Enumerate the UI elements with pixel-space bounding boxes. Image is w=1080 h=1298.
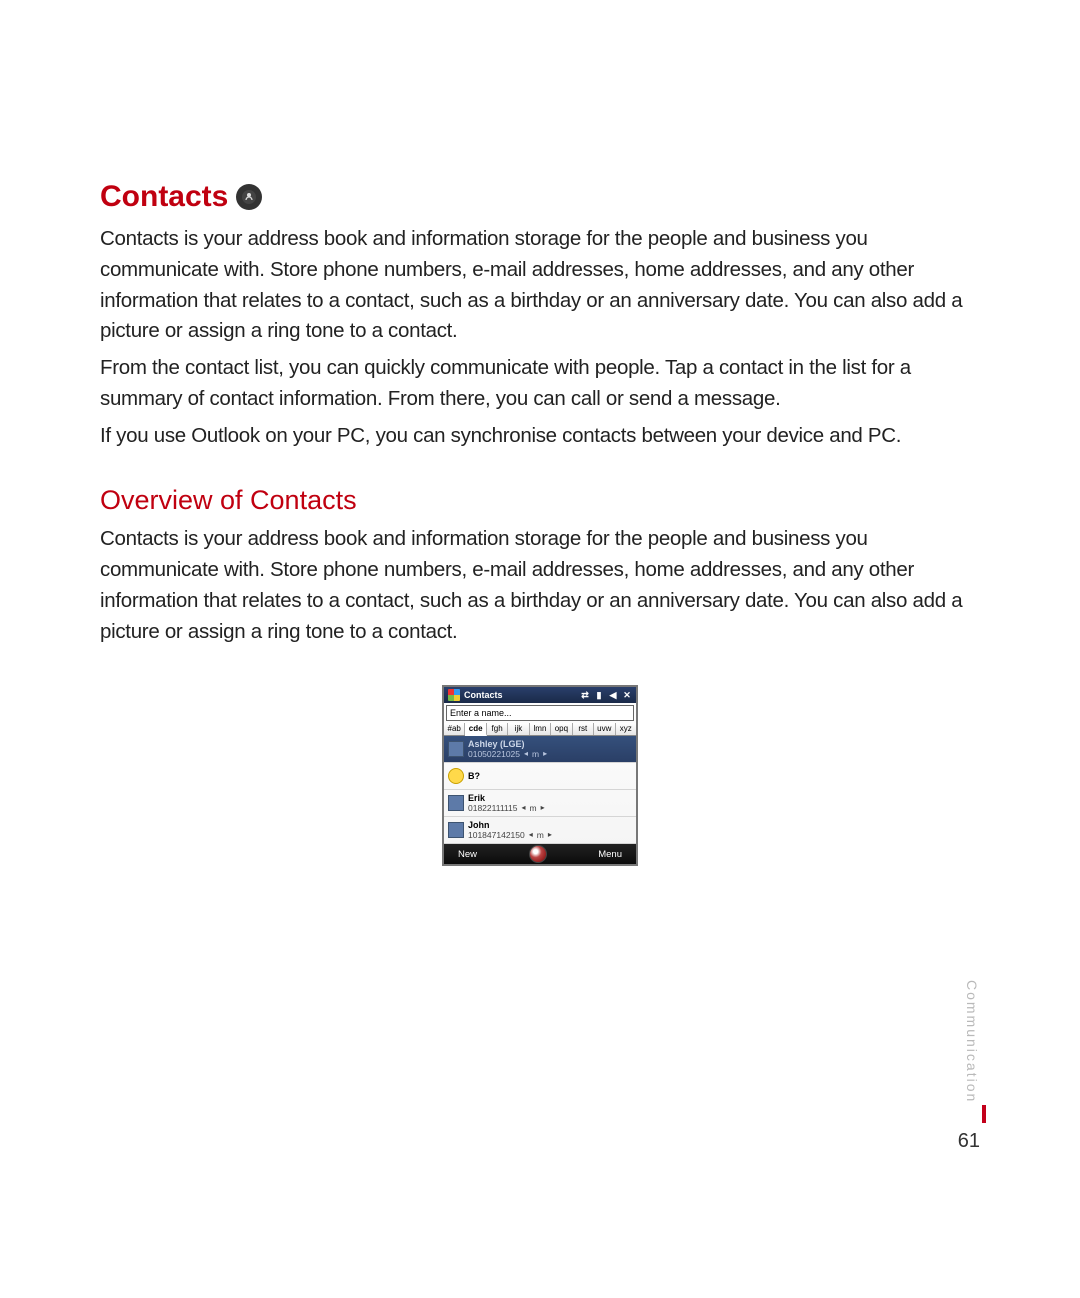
softkey-bar: New Menu — [444, 844, 636, 864]
contact-name: B? — [468, 772, 480, 781]
window-titlebar: Contacts ⇄ ▮ ◀ ✕ — [444, 687, 636, 703]
alpha-tab[interactable]: lmn — [530, 723, 551, 735]
softkey-center-button[interactable] — [529, 845, 547, 863]
contact-list: Ashley (LGE)01050221025 ◂ m ▸ B? Erik01822… — [444, 736, 636, 844]
section-title-text: Contacts — [100, 180, 228, 214]
alpha-tab[interactable]: rst — [573, 723, 594, 735]
contact-card-icon — [448, 741, 464, 757]
section-title: Contacts — [100, 180, 980, 214]
start-icon[interactable] — [448, 689, 460, 701]
softkey-new[interactable]: New — [458, 849, 477, 860]
chapter-side-marker — [982, 1105, 986, 1123]
alpha-tab[interactable]: uvw — [594, 723, 615, 735]
window-title: Contacts — [464, 690, 503, 700]
alpha-tab[interactable]: opq — [551, 723, 572, 735]
contact-number: 01822111115 ◂ m ▸ — [468, 804, 545, 813]
close-icon[interactable]: ✕ — [622, 690, 632, 700]
subsection-paragraph: Contacts is your address book and inform… — [100, 524, 980, 647]
connectivity-icon: ⇄ — [580, 690, 590, 700]
alpha-index-tabs: #abcdefghijklmnopqrstuvwxyz — [444, 723, 636, 736]
intro-paragraph-3: If you use Outlook on your PC, you can s… — [100, 421, 980, 452]
contact-row[interactable]: Ashley (LGE)01050221025 ◂ m ▸ — [444, 736, 636, 763]
contact-card-icon — [448, 795, 464, 811]
subsection-title: Overview of Contacts — [100, 485, 980, 516]
signal-icon: ▮ — [594, 690, 604, 700]
intro-paragraph-2: From the contact list, you can quickly c… — [100, 353, 980, 415]
intro-paragraph-1: Contacts is your address book and inform… — [100, 224, 980, 347]
chapter-side-label: Communication — [964, 980, 980, 1103]
contact-number: 101847142150 ◂ m ▸ — [468, 831, 552, 840]
device-screenshot: Contacts ⇄ ▮ ◀ ✕ Enter a name... #abcdef… — [442, 685, 638, 866]
alpha-tab[interactable]: fgh — [487, 723, 508, 735]
contact-card-icon — [448, 822, 464, 838]
contacts-app-icon — [236, 184, 262, 210]
contact-row[interactable]: Erik01822111115 ◂ m ▸ — [444, 790, 636, 817]
volume-icon: ◀ — [608, 690, 618, 700]
softkey-menu[interactable]: Menu — [598, 849, 622, 860]
alpha-tab[interactable]: ijk — [508, 723, 529, 735]
alpha-tab[interactable]: #ab — [444, 723, 465, 735]
contact-number: 01050221025 ◂ m ▸ — [468, 750, 547, 759]
contact-row[interactable]: B? — [444, 763, 636, 790]
messenger-icon — [448, 768, 464, 784]
search-input[interactable]: Enter a name... — [446, 705, 634, 721]
contact-row[interactable]: John101847142150 ◂ m ▸ — [444, 817, 636, 844]
alpha-tab[interactable]: cde — [465, 723, 486, 736]
alpha-tab[interactable]: xyz — [616, 723, 636, 735]
page-number: 61 — [958, 1130, 980, 1153]
